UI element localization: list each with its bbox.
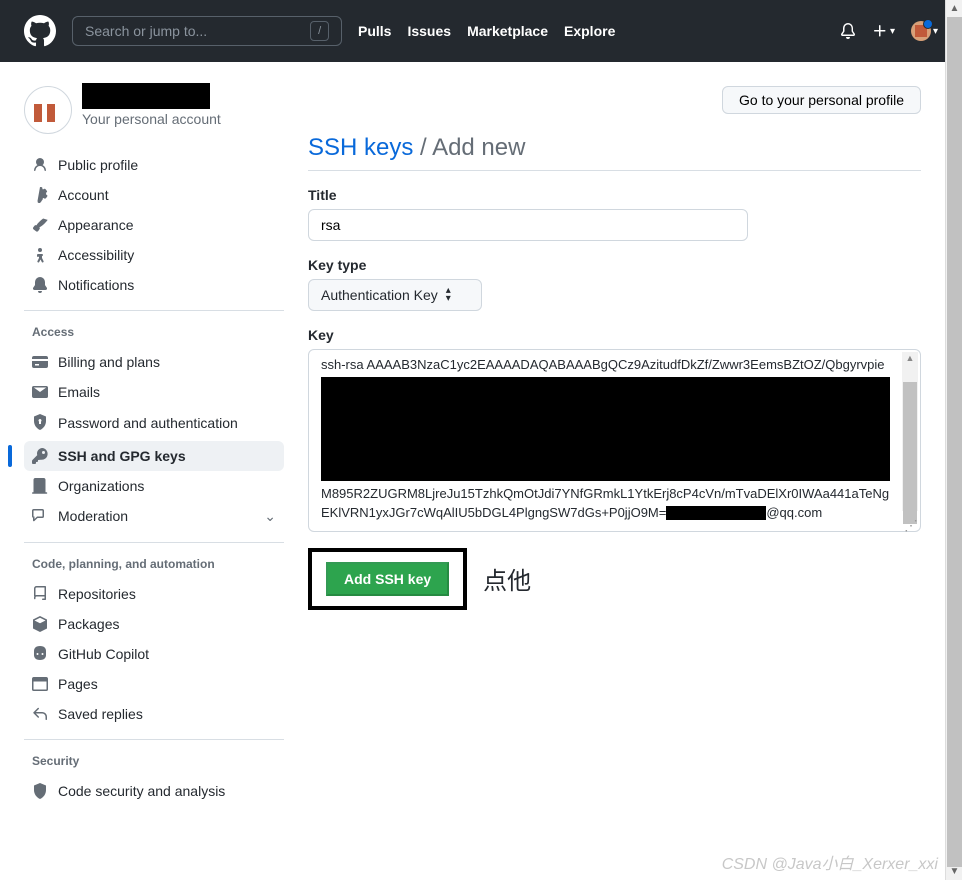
nav-emails[interactable]: Emails bbox=[24, 377, 284, 407]
nav-copilot[interactable]: GitHub Copilot bbox=[24, 639, 284, 669]
copilot-icon bbox=[32, 646, 48, 662]
title-input[interactable] bbox=[308, 209, 748, 241]
section-access: Access bbox=[24, 317, 284, 347]
nav-password[interactable]: Password and authentication bbox=[24, 407, 284, 441]
keytype-select[interactable]: Authentication Key▴▾ bbox=[308, 279, 482, 311]
nav-public-profile[interactable]: Public profile bbox=[24, 150, 284, 180]
profile-avatar[interactable] bbox=[24, 86, 72, 134]
accessibility-icon bbox=[32, 247, 48, 263]
comment-discussion-icon bbox=[32, 508, 48, 524]
annotation-text: 点他 bbox=[483, 561, 531, 596]
go-to-profile-button[interactable]: Go to your personal profile bbox=[722, 86, 921, 114]
nav-appearance[interactable]: Appearance bbox=[24, 210, 284, 240]
nav-billing[interactable]: Billing and plans bbox=[24, 347, 284, 377]
repo-icon bbox=[32, 586, 48, 602]
gear-icon bbox=[32, 187, 48, 203]
nav-pages[interactable]: Pages bbox=[24, 669, 284, 699]
profile-header: Your personal account bbox=[24, 86, 284, 134]
add-ssh-key-button[interactable]: Add SSH key bbox=[326, 562, 449, 596]
nav-account[interactable]: Account bbox=[24, 180, 284, 210]
person-icon bbox=[32, 157, 48, 173]
settings-nav: Public profile Account Appearance Access… bbox=[24, 150, 284, 300]
nav-explore[interactable]: Explore bbox=[564, 23, 615, 39]
credit-card-icon bbox=[32, 354, 48, 370]
textarea-scrollbar[interactable]: ▲ bbox=[902, 352, 918, 511]
key-icon bbox=[32, 448, 48, 464]
resize-handle-icon[interactable]: ⋰ bbox=[904, 515, 918, 529]
reply-icon bbox=[32, 706, 48, 722]
user-menu[interactable]: ▾ bbox=[911, 21, 938, 41]
organization-icon bbox=[32, 478, 48, 494]
breadcrumb-current: Add new bbox=[432, 134, 525, 161]
nav-ssh-keys[interactable]: SSH and GPG keys bbox=[24, 441, 284, 471]
shield-icon bbox=[32, 783, 48, 799]
title-label: Title bbox=[308, 187, 921, 203]
nav-organizations[interactable]: Organizations bbox=[24, 471, 284, 501]
paintbrush-icon bbox=[32, 217, 48, 233]
bell-icon bbox=[32, 277, 48, 293]
breadcrumb-ssh-keys[interactable]: SSH keys bbox=[308, 134, 413, 161]
section-code: Code, planning, and automation bbox=[24, 549, 284, 579]
nav-saved-replies[interactable]: Saved replies bbox=[24, 699, 284, 729]
section-security: Security bbox=[24, 746, 284, 776]
mail-icon bbox=[32, 384, 48, 400]
scrollbar-thumb[interactable] bbox=[947, 17, 962, 867]
profile-name-redacted bbox=[82, 83, 210, 109]
shield-lock-icon bbox=[32, 414, 48, 430]
keytype-label: Key type bbox=[308, 257, 921, 273]
page-scrollbar[interactable]: ▲ ▼ bbox=[945, 0, 962, 880]
key-label: Key bbox=[308, 327, 921, 343]
nav-code-security[interactable]: Code security and analysis bbox=[24, 776, 284, 806]
notifications-icon[interactable] bbox=[840, 23, 856, 39]
nav-notifications[interactable]: Notifications bbox=[24, 270, 284, 300]
key-redacted bbox=[321, 377, 890, 481]
github-logo[interactable] bbox=[24, 15, 56, 47]
watermark: CSDN @Java小白_Xerxer_xxi bbox=[722, 850, 938, 874]
search-slash-hint: / bbox=[310, 21, 329, 41]
add-menu[interactable]: ▾ bbox=[872, 23, 895, 39]
profile-subtitle: Your personal account bbox=[82, 111, 221, 127]
nav-issues[interactable]: Issues bbox=[407, 23, 451, 39]
nav-repositories[interactable]: Repositories bbox=[24, 579, 284, 609]
select-caret-icon: ▴▾ bbox=[446, 287, 451, 303]
browser-icon bbox=[32, 676, 48, 692]
global-header: / Pulls Issues Marketplace Explore ▾ ▾ bbox=[0, 0, 962, 62]
nav-pulls[interactable]: Pulls bbox=[358, 23, 391, 39]
scroll-up-icon[interactable]: ▲ bbox=[946, 0, 962, 17]
search-input[interactable] bbox=[85, 23, 310, 39]
nav-moderation[interactable]: Moderation⌄ bbox=[24, 501, 284, 532]
annotation-highlight-box: Add SSH key bbox=[308, 548, 467, 610]
nav-accessibility[interactable]: Accessibility bbox=[24, 240, 284, 270]
key-email-redacted bbox=[666, 506, 766, 520]
scroll-down-icon[interactable]: ▼ bbox=[946, 863, 962, 880]
nav-marketplace[interactable]: Marketplace bbox=[467, 23, 548, 39]
key-textarea[interactable]: ssh-rsa AAAAB3NzaC1yc2EAAAADAQABAAABgQCz… bbox=[308, 349, 921, 532]
header-nav: Pulls Issues Marketplace Explore bbox=[358, 23, 615, 39]
nav-packages[interactable]: Packages bbox=[24, 609, 284, 639]
global-search[interactable]: / bbox=[72, 16, 342, 46]
chevron-down-icon: ⌄ bbox=[264, 508, 276, 525]
page-title: SSH keys / Add new bbox=[308, 134, 921, 171]
package-icon bbox=[32, 616, 48, 632]
